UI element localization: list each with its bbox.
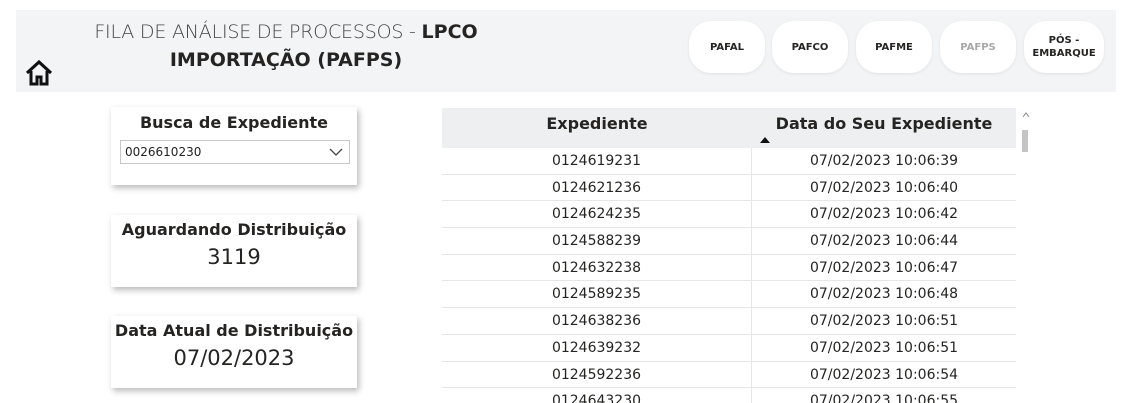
- cell-data-expediente: 07/02/2023 10:06:47: [809, 259, 959, 276]
- cell-expediente: 0124639232: [442, 334, 752, 361]
- nav-button-pafme[interactable]: PAFME: [856, 21, 932, 73]
- cell-data-expediente: 07/02/2023 10:06:39: [809, 153, 959, 169]
- table-row[interactable]: 0124621236 07/02/2023 10:06:40: [442, 174, 1016, 202]
- nav-button-pos-embarque[interactable]: PÓS - EMBARQUE: [1024, 21, 1104, 73]
- search-card-title: Busca de Expediente: [139, 113, 329, 132]
- expediente-select-value: 0026610230: [125, 145, 202, 159]
- nav-button-pafco[interactable]: PAFCO: [772, 21, 848, 73]
- cell-data-expediente: 07/02/2023 10:06:42: [809, 206, 959, 223]
- table-scrollbar[interactable]: [1020, 108, 1032, 403]
- table-row[interactable]: 0124592236 07/02/2023 10:06:54: [442, 361, 1016, 389]
- table-header: Expediente Data do Seu Expediente: [442, 108, 1016, 148]
- cell-expediente: 0124619231: [442, 148, 752, 174]
- header-bar: FILA DE ANÁLISE DE PROCESSOS - LPCO IMPO…: [16, 10, 1116, 92]
- table-row[interactable]: 0124632238 07/02/2023 10:06:47: [442, 254, 1016, 282]
- scroll-thumb[interactable]: [1022, 130, 1028, 152]
- pending-card-title: Aguardando Distribuição: [121, 220, 347, 239]
- cell-data-expediente: 07/02/2023 10:06:44: [809, 233, 959, 250]
- current-date-title: Data Atual de Distribuição: [114, 321, 354, 340]
- pending-count: 3119: [207, 245, 261, 269]
- cell-expediente: 0124589235: [442, 281, 752, 308]
- cell-data-expediente: 07/02/2023 10:06:51: [809, 339, 959, 356]
- cell-expediente: 0124588239: [442, 228, 752, 255]
- cell-expediente: 0124632238: [442, 254, 752, 281]
- cell-data-expediente: 07/02/2023 10:06:51: [809, 313, 959, 330]
- table-row[interactable]: 0124639232 07/02/2023 10:06:51: [442, 334, 1016, 362]
- cell-expediente: 0124624235: [442, 201, 752, 228]
- table-row[interactable]: 0124643230 07/02/2023 10:06:55: [442, 388, 1016, 403]
- column-header-expediente[interactable]: Expediente: [442, 108, 752, 148]
- expediente-select[interactable]: 0026610230: [120, 140, 350, 164]
- table-row[interactable]: 0124638236 07/02/2023 10:06:51: [442, 308, 1016, 335]
- cell-data-expediente: 07/02/2023 10:06:54: [809, 366, 959, 383]
- cell-data-expediente: 07/02/2023 10:06:40: [809, 179, 959, 196]
- cell-data-expediente: 07/02/2023 10:06:48: [809, 286, 959, 303]
- table-row[interactable]: 0124624235 07/02/2023 10:06:42: [442, 201, 1016, 229]
- table-row[interactable]: 0124619231 07/02/2023 10:06:39: [442, 148, 1016, 175]
- scroll-up-icon[interactable]: [1022, 112, 1030, 118]
- table-row[interactable]: 0124589235 07/02/2023 10:06:48: [442, 281, 1016, 309]
- current-date-card: Data Atual de Distribuição 07/02/2023: [111, 316, 357, 388]
- cell-expediente: 0124621236: [442, 174, 752, 201]
- nav-button-pafps[interactable]: PAFPS: [940, 21, 1016, 73]
- expediente-table: Expediente Data do Seu Expediente 012461…: [442, 108, 1032, 403]
- sort-ascending-icon[interactable]: [760, 137, 770, 143]
- table-body: 0124619231 07/02/2023 10:06:39 0124621236 0…: [442, 148, 1016, 403]
- current-date-value: 07/02/2023: [173, 346, 295, 370]
- table-row[interactable]: 0124588239 07/02/2023 10:06:44: [442, 228, 1016, 255]
- search-card: Busca de Expediente 0026610230: [111, 107, 357, 185]
- cell-expediente: 0124638236: [442, 308, 752, 335]
- column-header-data[interactable]: Data do Seu Expediente: [752, 108, 1016, 148]
- home-icon[interactable]: [24, 58, 54, 88]
- page-title: FILA DE ANÁLISE DE PROCESSOS - LPCO IMPO…: [26, 18, 546, 74]
- page-title-light: FILA DE ANÁLISE DE PROCESSOS -: [94, 21, 422, 43]
- pending-card: Aguardando Distribuição 3119: [111, 215, 357, 287]
- cell-data-expediente: 07/02/2023 10:06:55: [809, 393, 959, 403]
- chevron-down-icon: [329, 148, 343, 156]
- cell-expediente: 0124592236: [442, 361, 752, 388]
- nav-button-pafal[interactable]: PAFAL: [689, 21, 765, 73]
- cell-expediente: 0124643230: [442, 388, 752, 403]
